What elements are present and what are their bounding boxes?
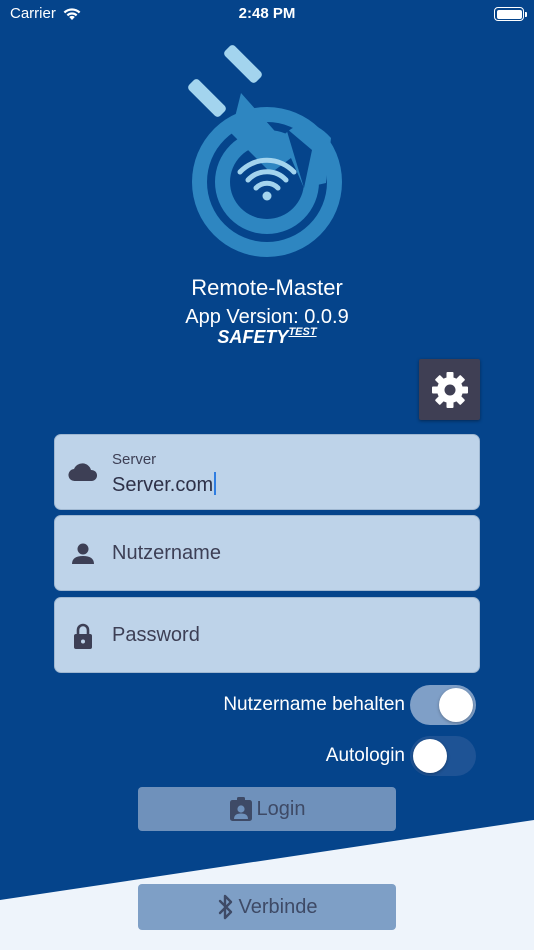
connect-button[interactable]: Verbinde <box>138 884 396 930</box>
brand-superscript: TEST <box>288 326 317 338</box>
badge-icon <box>229 797 252 821</box>
gear-icon <box>431 371 468 408</box>
password-field[interactable]: Password <box>54 597 480 673</box>
status-time: 2:48 PM <box>238 5 296 22</box>
app-title: Remote-Master <box>191 275 343 300</box>
autologin-row: Autologin <box>326 736 476 776</box>
username-input[interactable]: Nutzername <box>112 542 221 565</box>
keep-username-label: Nutzername behalten <box>223 694 405 715</box>
person-icon <box>72 543 94 564</box>
autologin-toggle[interactable] <box>410 736 476 776</box>
lock-icon <box>74 623 92 649</box>
battery-icon <box>494 7 527 21</box>
brand-text: SAFETY <box>217 327 289 347</box>
keep-username-row: Nutzername behalten <box>223 685 476 725</box>
status-bar: Carrier 2:48 PM <box>0 0 534 28</box>
keep-username-toggle[interactable] <box>410 685 476 725</box>
cloud-icon <box>68 463 98 482</box>
server-label: Server <box>112 451 157 468</box>
password-input[interactable]: Password <box>112 624 200 647</box>
server-value: Server.com <box>112 474 214 496</box>
brand-label: SAFETYTEST <box>0 326 534 348</box>
connect-label: Verbinde <box>238 895 318 918</box>
app-logo <box>188 45 342 257</box>
toggle-knob <box>439 688 473 722</box>
text-caret <box>214 472 217 495</box>
toggle-knob <box>413 739 447 773</box>
server-field[interactable]: Server Server.com <box>54 434 480 510</box>
autologin-label: Autologin <box>325 745 405 766</box>
login-button[interactable]: Login <box>138 787 396 831</box>
server-input[interactable]: Server.com <box>112 472 217 497</box>
login-label: Login <box>256 797 306 820</box>
username-field[interactable]: Nutzername <box>54 515 480 591</box>
bluetooth-icon <box>218 894 232 920</box>
settings-button[interactable] <box>419 359 480 420</box>
